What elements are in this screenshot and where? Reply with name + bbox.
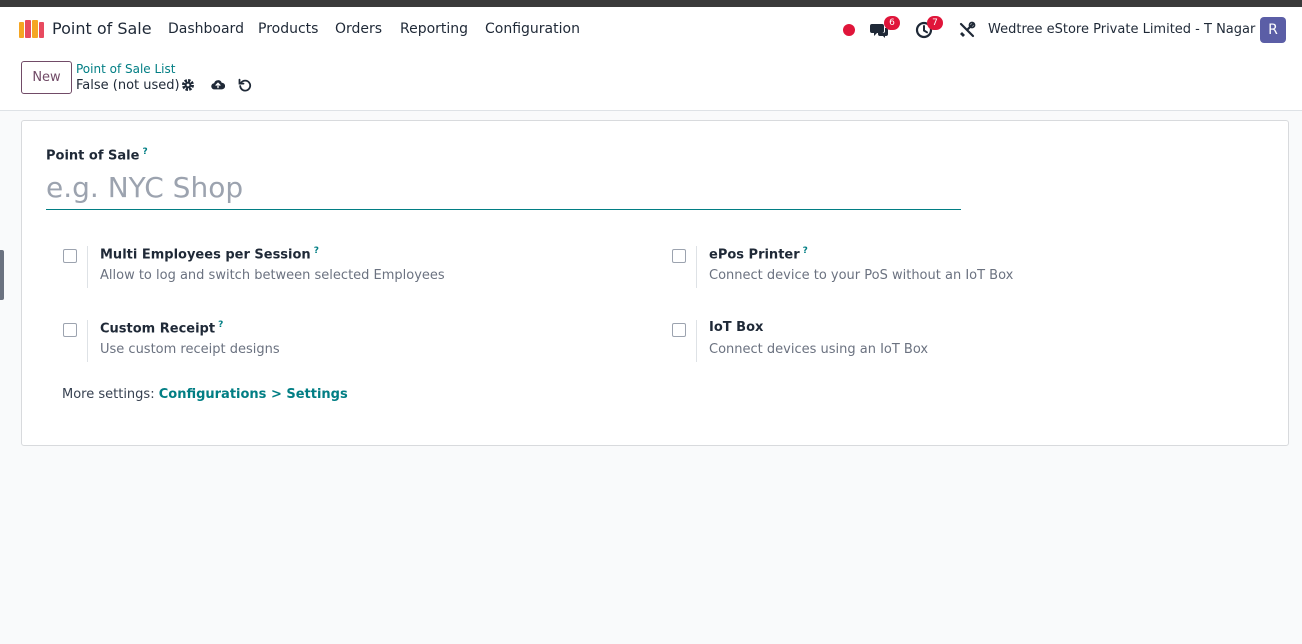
menu-products[interactable]: Products (258, 21, 318, 37)
form-sheet: Point of Sale? Multi Employees per Sessi… (21, 120, 1289, 446)
setting-epos-printer: ePos Printer? Connect device to your PoS… (672, 246, 1232, 288)
iot-box-checkbox[interactable] (672, 323, 686, 337)
main-navbar: Point of Sale Dashboard Products Orders … (0, 7, 1302, 53)
new-button[interactable]: New (21, 61, 72, 94)
setting-iot-box: IoT Box Connect devices using an IoT Box (672, 320, 1232, 362)
gear-icon[interactable] (181, 78, 195, 92)
side-drawer-handle[interactable] (0, 250, 4, 300)
pos-app-icon[interactable] (18, 19, 45, 39)
setting-description: Allow to log and switch between selected… (100, 268, 445, 283)
settings-link[interactable]: Configurations > Settings (159, 387, 348, 402)
control-panel: New Point of Sale List False (not used) (0, 53, 1302, 111)
activities-badge: 7 (927, 16, 943, 30)
menu-reporting[interactable]: Reporting (400, 21, 468, 37)
multi-employees-checkbox[interactable] (63, 249, 77, 263)
cloud-upload-icon[interactable] (211, 78, 225, 92)
setting-title: Custom Receipt? (100, 320, 224, 337)
setting-divider (696, 246, 697, 288)
pos-name-label: Point of Sale? (46, 147, 148, 164)
company-switcher[interactable]: Wedtree eStore Private Limited - T Nagar (988, 22, 1255, 37)
setting-divider (87, 246, 88, 288)
setting-title: Multi Employees per Session? (100, 246, 319, 263)
setting-description: Connect devices using an IoT Box (709, 342, 929, 357)
debug-tools-icon[interactable] (958, 21, 976, 39)
help-tooltip-icon[interactable]: ? (314, 246, 319, 256)
setting-description: Use custom receipt designs (100, 342, 280, 357)
menu-orders[interactable]: Orders (335, 21, 382, 37)
more-settings: More settings: Configurations > Settings (62, 387, 348, 402)
pos-name-input[interactable] (46, 166, 961, 210)
setting-title: IoT Box (709, 320, 764, 335)
setting-custom-receipt: Custom Receipt? Use custom receipt desig… (63, 320, 623, 362)
more-settings-prefix: More settings: (62, 387, 159, 402)
window-top-strip (0, 0, 1302, 7)
app-name[interactable]: Point of Sale (52, 19, 152, 38)
status-indicator[interactable] (843, 24, 855, 36)
setting-divider (696, 320, 697, 362)
breadcrumb-current: False (not used) (76, 78, 180, 93)
messages-badge: 6 (884, 16, 900, 30)
help-tooltip-icon[interactable]: ? (142, 147, 147, 157)
setting-title: ePos Printer? (709, 246, 808, 263)
custom-receipt-checkbox[interactable] (63, 323, 77, 337)
breadcrumb-parent[interactable]: Point of Sale List (76, 62, 175, 76)
setting-description: Connect device to your PoS without an Io… (709, 268, 1014, 283)
setting-divider (87, 320, 88, 362)
menu-dashboard[interactable]: Dashboard (168, 21, 244, 37)
help-tooltip-icon[interactable]: ? (218, 320, 223, 330)
user-avatar[interactable]: R (1260, 17, 1286, 43)
help-tooltip-icon[interactable]: ? (803, 246, 808, 256)
discard-icon[interactable] (238, 78, 252, 92)
setting-multi-employees: Multi Employees per Session? Allow to lo… (63, 246, 623, 288)
epos-printer-checkbox[interactable] (672, 249, 686, 263)
menu-configuration[interactable]: Configuration (485, 21, 580, 37)
